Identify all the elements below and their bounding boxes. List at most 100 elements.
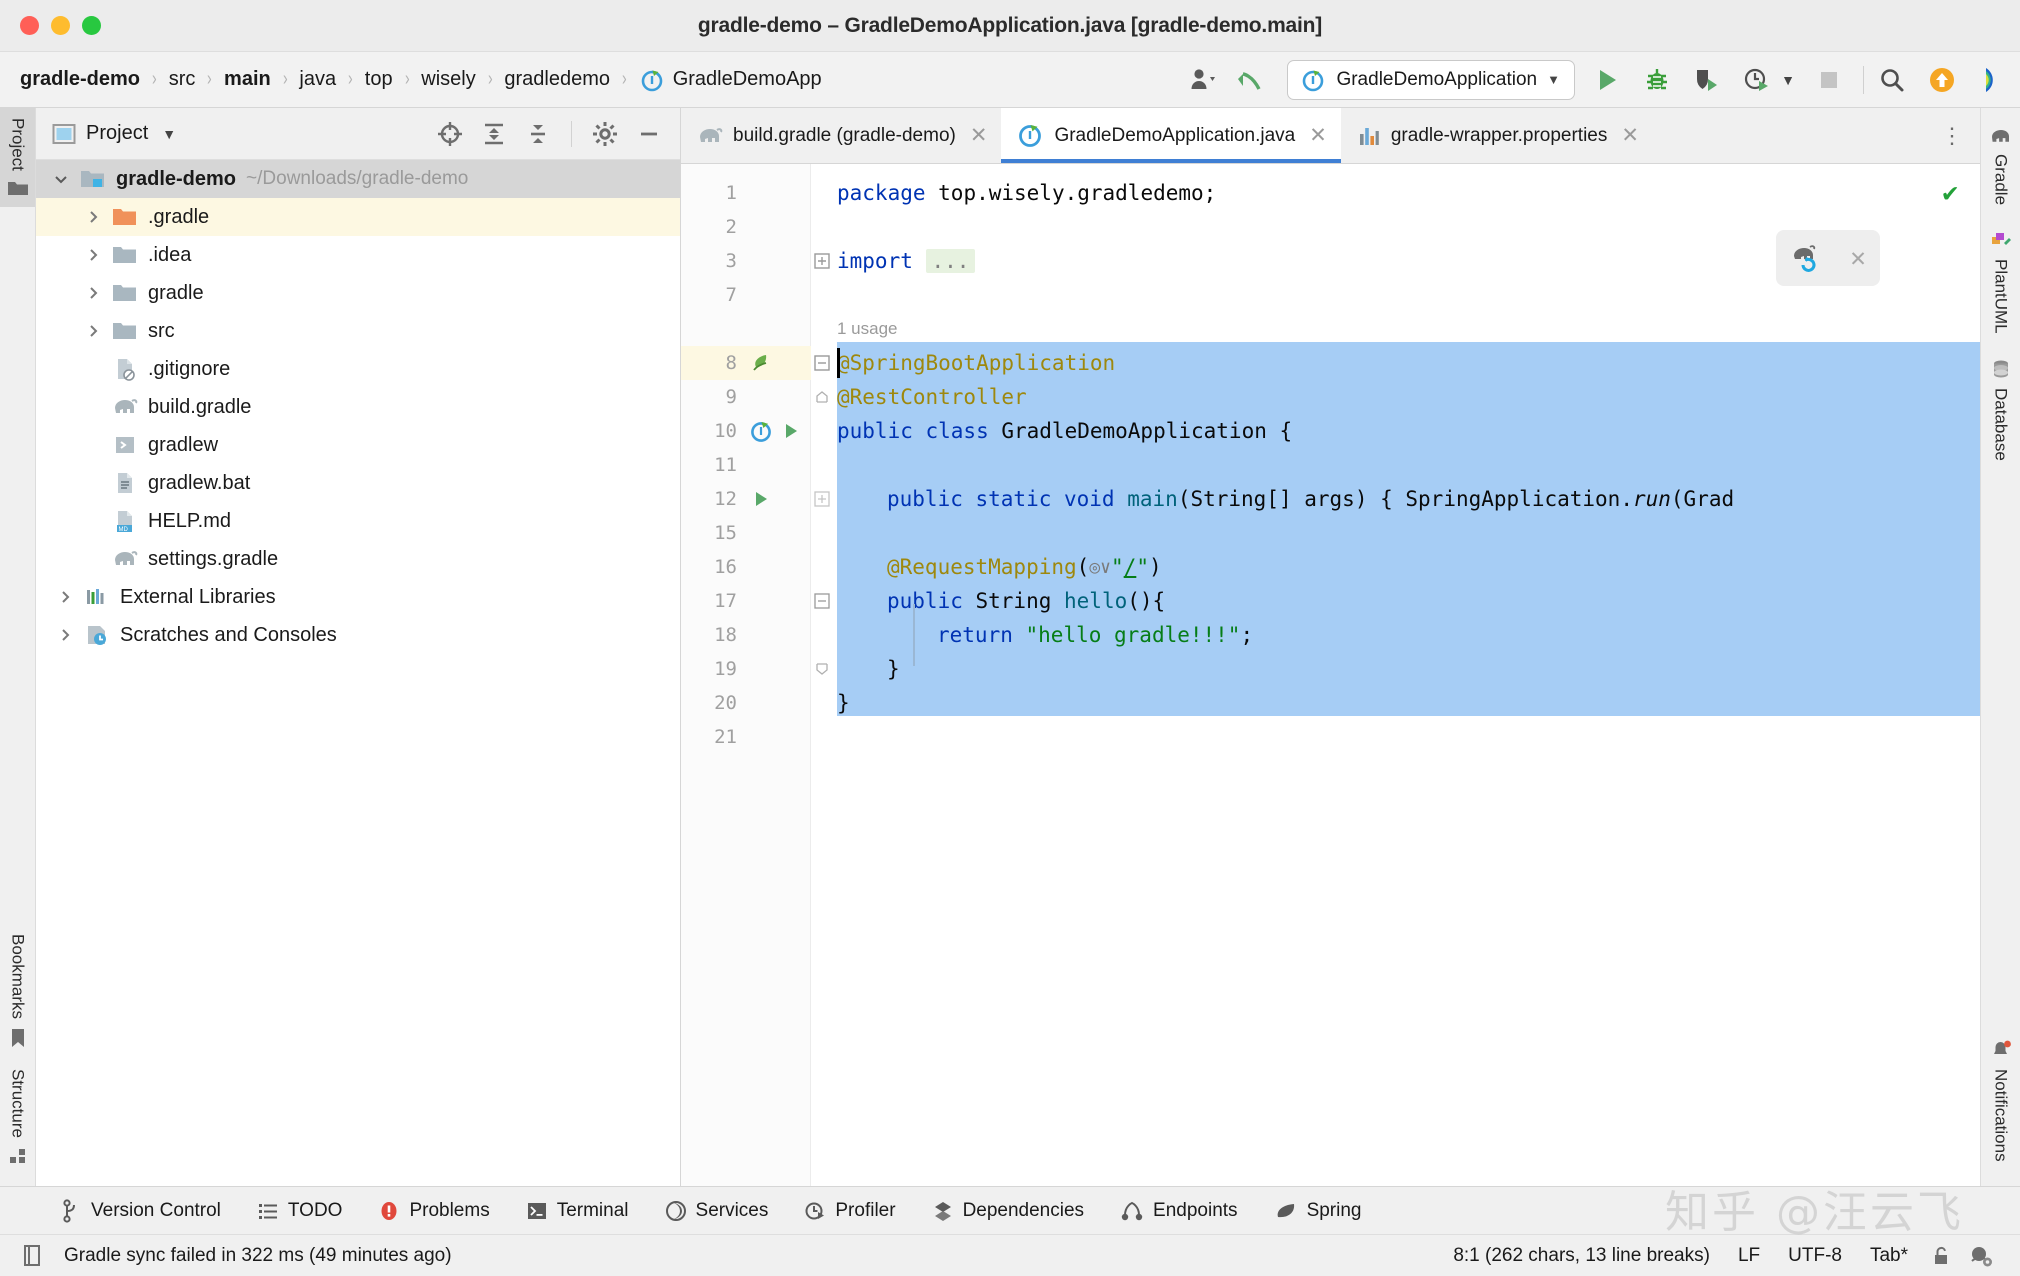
sidebar-item-notifications[interactable]: Notifications xyxy=(1990,1027,2012,1174)
code-token-url-path[interactable]: / xyxy=(1124,555,1137,579)
breadcrumb-item-wisely[interactable]: wisely xyxy=(419,66,477,93)
tree-row[interactable]: Scratches and Consoles xyxy=(36,616,680,654)
profiler-dropdown-icon[interactable]: ▼ xyxy=(1775,62,1801,98)
spring-bean-gutter-icon[interactable] xyxy=(743,351,779,375)
fold-class-start-icon[interactable] xyxy=(813,354,831,372)
tree-row[interactable]: src xyxy=(36,312,680,350)
chevron-down-icon[interactable]: ▼ xyxy=(162,126,176,142)
tree-row[interactable]: gradle xyxy=(36,274,680,312)
profile-icon[interactable] xyxy=(1185,62,1221,98)
fold-annotation-icon[interactable] xyxy=(813,388,831,406)
breadcrumb-item-gradle-demo[interactable]: gradle-demo xyxy=(18,66,142,93)
sidebar-item-structure[interactable]: Structure xyxy=(8,1059,28,1176)
tree-row[interactable]: gradlew.bat xyxy=(36,464,680,502)
bottom-item-version-control[interactable]: Version Control xyxy=(42,1192,239,1230)
tab-build-gradle[interactable]: build.gradle (gradle-demo) ✕ xyxy=(681,108,1001,163)
ide-assistant-settings-icon[interactable] xyxy=(1960,1243,2002,1269)
breadcrumb-item-top[interactable]: top xyxy=(363,66,395,93)
folded-imports-placeholder[interactable]: ... xyxy=(926,249,976,273)
sidebar-item-database[interactable]: Database xyxy=(1990,346,2012,473)
sidebar-item-project[interactable]: Project xyxy=(0,108,35,207)
run-button[interactable] xyxy=(1589,62,1625,98)
bottom-item-dependencies[interactable]: Dependencies xyxy=(914,1192,1102,1230)
chevron-down-icon[interactable]: ▼ xyxy=(1547,72,1560,87)
chevron-right-icon[interactable] xyxy=(50,627,80,643)
bottom-item-services[interactable]: Services xyxy=(647,1192,787,1230)
indent-setting[interactable]: Tab* xyxy=(1856,1245,1922,1267)
close-window-button[interactable] xyxy=(20,16,39,35)
run-with-coverage-button[interactable] xyxy=(1689,62,1725,98)
fold-hello-end-icon[interactable] xyxy=(813,660,831,678)
inspection-ok-icon[interactable]: ✔ xyxy=(1942,178,1958,208)
chevron-right-icon[interactable] xyxy=(50,589,80,605)
bottom-item-endpoints[interactable]: Endpoints xyxy=(1102,1192,1256,1230)
open-event-log-icon[interactable] xyxy=(12,1243,52,1269)
tree-row[interactable]: .gradle xyxy=(36,198,680,236)
chevron-right-icon[interactable] xyxy=(78,209,108,225)
tree-row[interactable]: gradlew xyxy=(36,426,680,464)
sidebar-item-gradle[interactable]: Gradle xyxy=(1989,114,2013,217)
tree-row[interactable]: MD HELP.md xyxy=(36,502,680,540)
fold-import-icon[interactable] xyxy=(813,252,831,270)
breadcrumb-item-file[interactable]: GradleDemoApplic xyxy=(637,65,822,95)
tab-gradle-wrapper-properties[interactable]: gradle-wrapper.properties ✕ xyxy=(1341,108,1653,163)
zoom-window-button[interactable] xyxy=(82,16,101,35)
bottom-item-todo[interactable]: TODO xyxy=(239,1192,361,1230)
chevron-right-icon[interactable] xyxy=(78,247,108,263)
usage-count-label[interactable]: 1 usage xyxy=(837,319,898,339)
profiler-run-button[interactable] xyxy=(1739,62,1775,98)
chevron-right-icon[interactable] xyxy=(78,285,108,301)
tree-row[interactable]: External Libraries xyxy=(36,578,680,616)
breadcrumb-item-gradledemo[interactable]: gradledemo xyxy=(502,66,612,93)
tree-row[interactable]: .gitignore xyxy=(36,350,680,388)
chevron-down-icon[interactable] xyxy=(46,171,76,187)
unlocked-icon[interactable] xyxy=(1922,1244,1960,1268)
sidebar-item-bookmarks[interactable]: Bookmarks xyxy=(8,924,28,1059)
ide-assistant-button[interactable] xyxy=(1974,62,2010,98)
bottom-item-spring[interactable]: Spring xyxy=(1256,1192,1380,1230)
status-message[interactable]: Gradle sync failed in 322 ms (49 minutes… xyxy=(64,1245,452,1267)
close-icon[interactable]: ✕ xyxy=(1850,243,1866,273)
code-pane[interactable]: package top.wisely.gradledemo; import ..… xyxy=(811,164,1980,1186)
tab-options-icon[interactable]: ⋮ xyxy=(1925,108,1980,163)
breadcrumb-item-main[interactable]: main xyxy=(222,66,273,93)
gradle-reload-icon[interactable] xyxy=(1790,243,1822,273)
gear-icon[interactable] xyxy=(588,117,622,151)
run-gutter-icon[interactable] xyxy=(773,420,809,442)
file-encoding[interactable]: UTF-8 xyxy=(1774,1245,1856,1267)
breadcrumb-item-src[interactable]: src xyxy=(167,66,198,93)
web-endpoint-inlay-icon[interactable]: ◎∨ xyxy=(1089,557,1111,578)
close-icon[interactable]: ✕ xyxy=(1305,123,1327,148)
gradle-reload-notification-toolbar[interactable]: ✕ xyxy=(1776,230,1880,286)
breadcrumb-item-java[interactable]: java xyxy=(297,66,338,93)
close-icon[interactable]: ✕ xyxy=(966,123,988,148)
run-configuration-selector[interactable]: GradleDemoApplication ▼ xyxy=(1287,60,1575,100)
bottom-item-terminal[interactable]: Terminal xyxy=(508,1192,647,1230)
line-separator[interactable]: LF xyxy=(1724,1245,1774,1267)
sidebar-item-plantuml[interactable]: PlantUML xyxy=(1990,217,2012,346)
tree-row[interactable]: settings.gradle xyxy=(36,540,680,578)
run-gutter-icon[interactable] xyxy=(743,488,779,510)
fold-method-icon[interactable] xyxy=(813,490,831,508)
expand-all-icon[interactable] xyxy=(477,117,511,151)
stop-button[interactable] xyxy=(1811,62,1847,98)
bottom-item-profiler[interactable]: Profiler xyxy=(786,1192,913,1230)
tree-row[interactable]: .idea xyxy=(36,236,680,274)
window-controls[interactable] xyxy=(0,16,101,35)
minimize-window-button[interactable] xyxy=(51,16,70,35)
close-icon[interactable]: ✕ xyxy=(1617,123,1639,148)
cursor-position[interactable]: 8:1 (262 chars, 13 line breaks) xyxy=(1439,1245,1724,1267)
editor-gutter[interactable]: 1 2 3 7 8 9 xyxy=(681,164,811,1186)
update-project-icon[interactable] xyxy=(1233,62,1269,98)
fold-hello-method-icon[interactable] xyxy=(813,592,831,610)
collapse-all-icon[interactable] xyxy=(521,117,555,151)
hide-icon[interactable] xyxy=(632,117,666,151)
update-available-button[interactable] xyxy=(1924,62,1960,98)
tab-gradle-demo-application-java[interactable]: GradleDemoApplication.java ✕ xyxy=(1001,108,1340,163)
select-opened-file-icon[interactable] xyxy=(433,117,467,151)
search-everywhere-button[interactable] xyxy=(1874,62,1910,98)
tree-row[interactable]: gradle-demo ~/Downloads/gradle-demo xyxy=(36,160,680,198)
code-folding-column[interactable] xyxy=(811,164,835,1186)
code-editor[interactable]: 1 2 3 7 8 9 xyxy=(681,164,1980,1186)
debug-button[interactable] xyxy=(1639,62,1675,98)
